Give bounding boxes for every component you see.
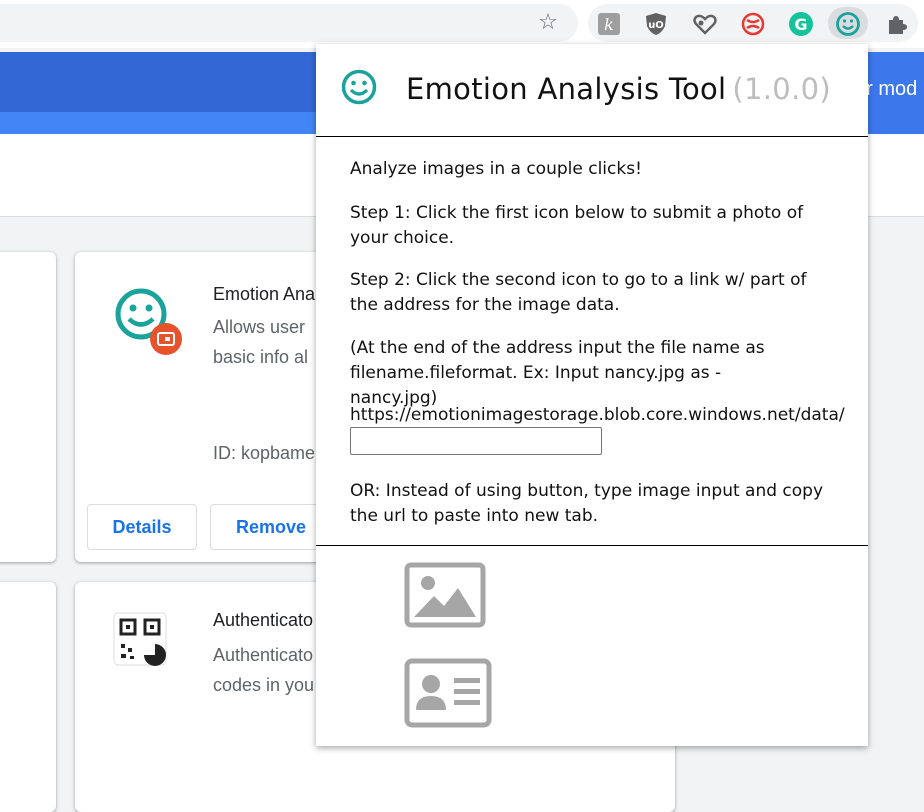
step1-text: Step 1: Click the first icon below to su…	[350, 203, 804, 248]
popup-title: Emotion Analysis Tool (1.0.0)	[406, 72, 831, 106]
or-text: OR: Instead of using button, type image …	[350, 481, 824, 526]
popup-instructions: Analyze images in a couple clicks! Step …	[316, 137, 868, 546]
extension-card-left-2	[0, 582, 56, 812]
star-icon[interactable]: ☆	[536, 11, 560, 35]
image-upload-icon[interactable]	[404, 562, 486, 628]
grammarly-icon[interactable]: G	[788, 11, 814, 37]
extension-desc-1: Authenticato	[213, 645, 314, 665]
ublock-icon[interactable]: uO	[643, 11, 669, 37]
extension-desc-2: basic info al	[213, 347, 309, 367]
intro-text: Analyze images in a couple clicks!	[350, 159, 642, 179]
svg-text:k: k	[604, 15, 614, 34]
step2-text: Step 2: Click the second icon to go to a…	[350, 270, 807, 315]
smiley-logo-icon	[340, 68, 378, 106]
qr-code-icon	[113, 612, 167, 666]
red-swirl-icon[interactable]	[740, 11, 766, 37]
filename-input[interactable]	[350, 427, 602, 455]
extension-popup: Emotion Analysis Tool (1.0.0) Analyze ima…	[316, 44, 868, 746]
extension-card-left	[0, 252, 56, 738]
extension-desc-1: Allows user	[213, 317, 306, 337]
svg-text:uO: uO	[648, 20, 664, 31]
browser-toolbar: ☆ k uO G	[0, 0, 924, 48]
popup-header: Emotion Analysis Tool (1.0.0)	[316, 44, 868, 137]
extension-id: ID: kopbame	[213, 443, 316, 463]
puzzle-heart-icon[interactable]	[692, 11, 718, 37]
svg-text:G: G	[794, 15, 807, 34]
k-extension-icon[interactable]: k	[596, 11, 622, 37]
extensions-puzzle-icon[interactable]	[884, 11, 910, 37]
base-url-text: https://emotionimagestorage.blob.core.wi…	[350, 405, 845, 425]
remove-button[interactable]: Remove	[210, 504, 332, 550]
app-name: Emotion Analysis Tool	[406, 72, 727, 106]
extension-desc-2: codes in you	[213, 675, 315, 695]
extension-title: Emotion Ana	[213, 284, 316, 304]
address-bar[interactable]	[0, 4, 578, 42]
extension-title: Authenticato	[213, 610, 314, 630]
app-version: (1.0.0)	[732, 72, 831, 106]
note-text: (At the end of the address input the fil…	[350, 338, 765, 408]
emotion-app-logo	[113, 286, 185, 358]
emotion-smiley-icon[interactable]	[835, 11, 861, 37]
details-button[interactable]: Details	[87, 504, 197, 550]
id-card-icon[interactable]	[404, 658, 492, 728]
